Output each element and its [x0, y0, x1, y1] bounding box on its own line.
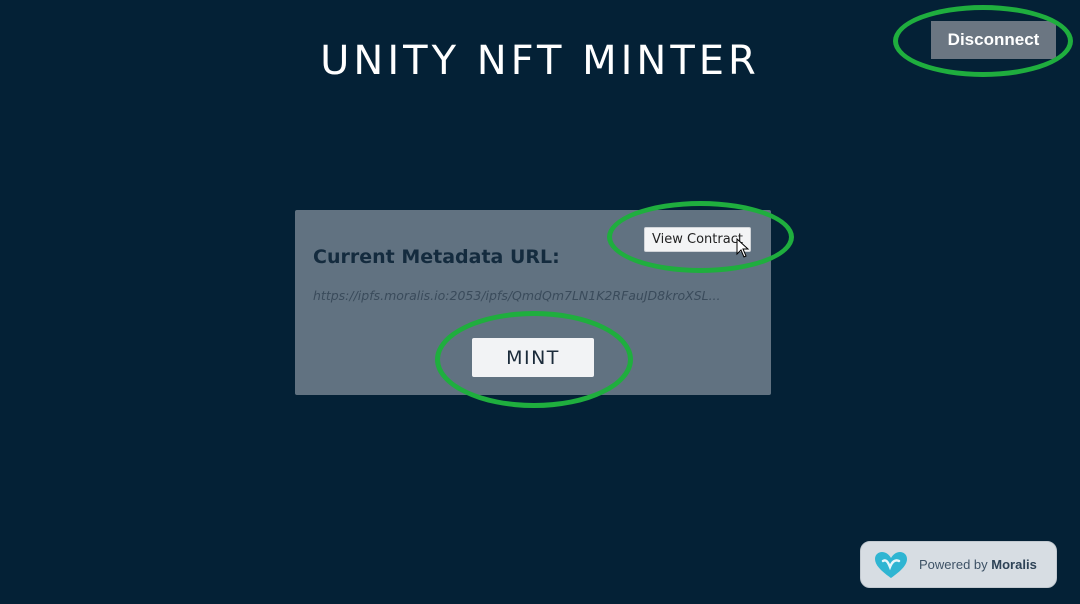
metadata-label: Current Metadata URL: — [313, 246, 560, 268]
moralis-heart-icon — [875, 551, 907, 578]
powered-by-moralis-badge[interactable]: Powered by Moralis — [860, 541, 1057, 588]
powered-by-prefix: Powered by — [919, 557, 988, 572]
app-canvas: UNITY NFT MINTER Disconnect Current Meta… — [0, 0, 1080, 604]
metadata-url-text: https://ipfs.moralis.io:2053/ipfs/QmdQm7… — [313, 288, 721, 303]
metadata-panel: Current Metadata URL: https://ipfs.moral… — [295, 210, 771, 395]
mouse-cursor-icon — [736, 238, 750, 258]
powered-by-brand: Moralis — [991, 557, 1037, 572]
view-contract-button[interactable]: View Contract — [644, 227, 751, 252]
disconnect-button[interactable]: Disconnect — [931, 21, 1056, 59]
page-title: UNITY NFT MINTER — [320, 38, 760, 84]
mint-button[interactable]: MINT — [472, 338, 594, 377]
powered-by-text: Powered by Moralis — [919, 557, 1037, 572]
